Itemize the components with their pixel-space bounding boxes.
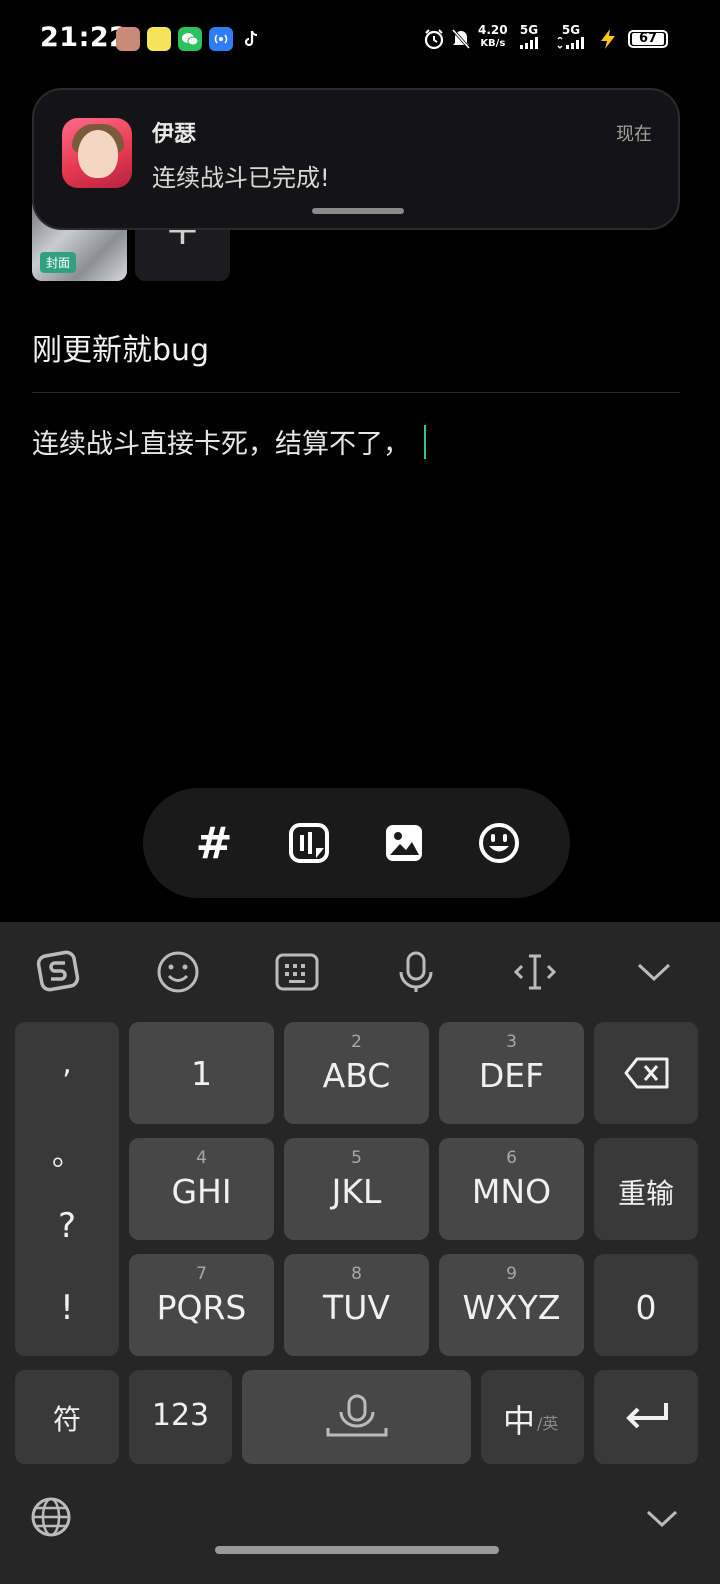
notification-drag-handle[interactable] [312, 208, 404, 214]
key-def[interactable]: 3 DEF [439, 1022, 584, 1124]
globe-language-button[interactable] [30, 1496, 72, 1542]
punct-comma[interactable]: , [15, 1046, 119, 1081]
signal-sim2: 5G [556, 24, 586, 52]
broadcast-app-icon [209, 27, 233, 51]
cursor-move-button[interactable] [511, 948, 559, 996]
wechat-icon [178, 27, 202, 51]
post-body-field[interactable]: 连续战斗直接卡死，结算不了， [32, 422, 426, 461]
backspace-key[interactable] [594, 1022, 698, 1124]
language-toggle-key[interactable]: 中 /英 [481, 1370, 584, 1464]
emoji-button[interactable] [476, 820, 522, 866]
key-mno[interactable]: 6 MNO [439, 1138, 584, 1240]
post-body-text: 连续战斗直接卡死，结算不了， [32, 429, 410, 460]
insert-image-button[interactable] [381, 820, 427, 866]
divider [32, 392, 680, 393]
notification-app-name: 伊瑟 [152, 122, 197, 147]
hide-keyboard-button[interactable] [630, 948, 678, 996]
game-app-icon [116, 27, 140, 51]
numbers-key[interactable]: 123 [129, 1370, 232, 1464]
space-key[interactable] [242, 1370, 471, 1464]
punct-exclaim[interactable]: ! [15, 1288, 119, 1328]
text-cursor-icon [513, 954, 557, 990]
lang-main-label: 中 [503, 1402, 536, 1440]
sticker-icon [289, 823, 329, 863]
charging-icon [598, 28, 618, 54]
hashtag-button[interactable]: # [191, 817, 237, 869]
key-jkl[interactable]: 5 JKL [284, 1138, 429, 1240]
text-cursor [424, 424, 426, 459]
image-icon [386, 825, 422, 861]
chevron-down-icon [637, 963, 671, 982]
fruit-app-icon [147, 27, 171, 51]
net-speed: 4.20 KB/s [478, 23, 508, 50]
backspace-icon [624, 1057, 669, 1089]
post-title-field[interactable]: 刚更新就bug [32, 325, 209, 369]
symbols-key[interactable]: 符 [15, 1370, 119, 1464]
key-0[interactable]: 0 [594, 1254, 698, 1356]
sogou-logo-button[interactable] [35, 948, 83, 996]
smiley-icon [157, 951, 199, 993]
chevron-down-icon [646, 1510, 678, 1528]
lang-alt-label: /英 [537, 1414, 559, 1433]
emoji-icon [479, 823, 519, 863]
notification-message: 连续战斗已完成! [152, 164, 330, 192]
key-pqrs[interactable]: 7 PQRS [129, 1254, 274, 1356]
key-1[interactable]: 1 [129, 1022, 274, 1124]
punctuation-column[interactable]: , 。 ? ! [15, 1022, 119, 1356]
sticker-button[interactable] [286, 820, 332, 866]
punct-question[interactable]: ? [15, 1206, 119, 1246]
tiktok-icon [240, 27, 264, 51]
collapse-keyboard-button[interactable] [644, 1506, 680, 1536]
microphone-icon [399, 951, 433, 992]
notification-time: 现在 [616, 124, 652, 145]
sogou-s-icon [36, 950, 80, 992]
battery-indicator: 67 [628, 30, 668, 48]
punct-period[interactable]: 。 [15, 1130, 119, 1174]
hashtag-icon: # [195, 817, 233, 869]
gesture-navigation-bar[interactable] [215, 1546, 499, 1554]
globe-icon [31, 1497, 71, 1537]
signal-sim1: 5G [518, 24, 540, 52]
ime-keyboard: , 。 ? ! 1 2 ABC 3 DEF 4 GHI 5 JKL 6 MNO … [0, 922, 720, 1584]
alarm-icon [423, 28, 445, 54]
heads-up-notification[interactable]: 伊瑟 连续战斗已完成! 现在 [32, 88, 680, 230]
key-tuv[interactable]: 8 TUV [284, 1254, 429, 1356]
key-wxyz[interactable]: 9 WXYZ [439, 1254, 584, 1356]
keyboard-emoji-button[interactable] [154, 948, 202, 996]
reenter-key[interactable]: 重输 [594, 1138, 698, 1240]
keyboard-icon [275, 953, 319, 991]
keyboard-layout-button[interactable] [273, 948, 321, 996]
game-app-icon [62, 118, 132, 188]
voice-input-button[interactable] [392, 948, 440, 996]
status-bar: 21:22 4.20 KB/s 5G 5G 67 [0, 0, 720, 80]
enter-key[interactable] [594, 1370, 698, 1464]
key-ghi[interactable]: 4 GHI [129, 1138, 274, 1240]
key-abc[interactable]: 2 ABC [284, 1022, 429, 1124]
space-mic-icon [326, 1394, 388, 1437]
mute-bell-icon [451, 28, 471, 54]
cover-badge: 封面 [40, 252, 77, 273]
editor-toolbar: # [143, 788, 570, 898]
enter-return-icon [626, 1403, 668, 1429]
